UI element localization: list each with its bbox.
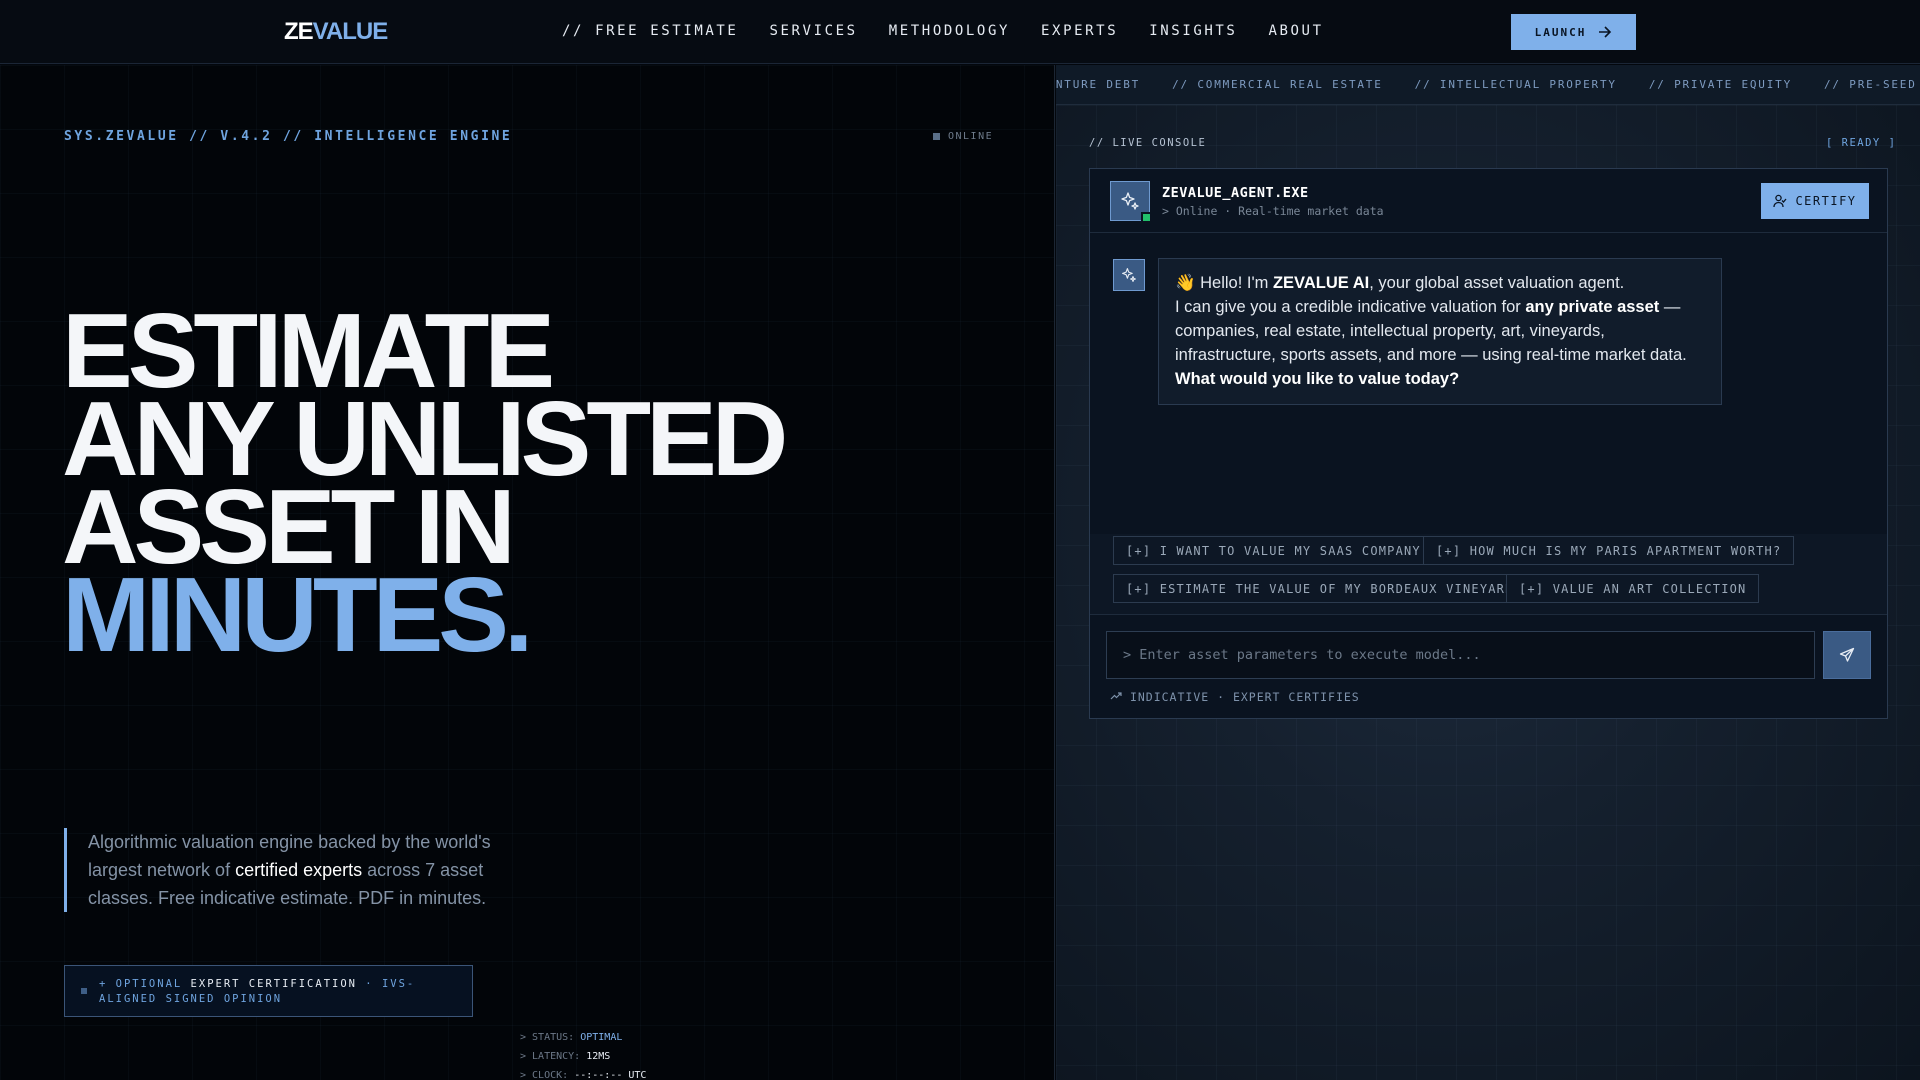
- nav-link-about[interactable]: ABOUT: [1268, 23, 1323, 39]
- suggestion-paris-apartment[interactable]: [+] HOW MUCH IS MY PARIS APARTMENT WORTH…: [1423, 536, 1795, 565]
- ticker-item: // INTELLECTUAL PROPERTY: [1414, 78, 1617, 91]
- optional-highlight: EXPERT CERTIFICATION: [190, 978, 357, 990]
- sparkle-icon: [1122, 268, 1136, 282]
- trend-up-icon: [1110, 692, 1122, 700]
- latency-label: > LATENCY:: [520, 1051, 587, 1062]
- launch-label: LAUNCH: [1534, 25, 1587, 39]
- latency-row: > LATENCY: 12MS: [520, 1047, 646, 1066]
- online-label: ONLINE: [948, 131, 994, 142]
- hero-panel: SYS.ZEVALUE // V.4.2 // INTELLIGENCE ENG…: [0, 65, 1055, 1080]
- certify-button[interactable]: CERTIFY: [1761, 183, 1869, 219]
- suggestion-saas[interactable]: [+] I WANT TO VALUE MY SAAS COMPANY: [1113, 536, 1434, 565]
- latency-value: 12MS: [586, 1051, 611, 1062]
- console-panel: VENTURE DEBT // COMMERCIAL REAL ESTATE /…: [1056, 65, 1920, 1080]
- greeting-post: , your global asset valuation agent.: [1369, 274, 1625, 292]
- logo[interactable]: ZEVALUE: [284, 18, 389, 46]
- ticker-track: VENTURE DEBT // COMMERCIAL REAL ESTATE /…: [1056, 78, 1920, 91]
- message-question: What would you like to value today?: [1175, 367, 1705, 391]
- optional-prefix: + OPTIONAL: [99, 978, 191, 990]
- launch-button[interactable]: LAUNCH: [1511, 14, 1636, 50]
- logo-value: VALUE: [312, 18, 389, 45]
- clock-row: > CLOCK: --:--:-- UTC: [520, 1066, 646, 1080]
- asset-parameters-input[interactable]: > Enter asset parameters to execute mode…: [1106, 631, 1815, 679]
- hero-line-4: MINUTES.: [62, 556, 533, 674]
- question-bold: What would you like to value today?: [1175, 370, 1460, 388]
- nav-links: // FREE ESTIMATE SERVICES METHODOLOGY EX…: [562, 23, 1355, 39]
- suggestion-art-collection[interactable]: [+] VALUE AN ART COLLECTION: [1506, 574, 1760, 603]
- user-check-icon: [1773, 194, 1787, 208]
- asset-class-ticker: VENTURE DEBT // COMMERCIAL REAL ESTATE /…: [1056, 65, 1920, 105]
- certified-experts-highlight: certified experts: [235, 860, 363, 880]
- nav-link-experts[interactable]: EXPERTS: [1041, 23, 1118, 39]
- online-status-dot: [1141, 212, 1152, 223]
- live-console-label: // LIVE CONSOLE: [1089, 137, 1207, 149]
- suggestion-bordeaux-vineyard[interactable]: [+] ESTIMATE THE VALUE OF MY BORDEAUX VI…: [1113, 574, 1527, 603]
- hero-headline: ESTIMATE ANY UNLISTED ASSET IN MINUTES.: [62, 298, 788, 674]
- sparkle-icon: [1121, 192, 1139, 210]
- chat-input-area: > Enter asset parameters to execute mode…: [1090, 614, 1887, 718]
- top-navigation: ZEVALUE // FREE ESTIMATE SERVICES METHOD…: [0, 0, 1920, 64]
- body-bold: any private asset: [1525, 298, 1660, 316]
- status-row: > STATUS: OPTIMAL: [520, 1028, 646, 1047]
- greeting-bold: ZEVALUE AI: [1272, 274, 1370, 292]
- send-button[interactable]: [1823, 631, 1871, 679]
- nav-link-insights[interactable]: INSIGHTS: [1149, 23, 1237, 39]
- ticker-item: // PRIVATE EQUITY: [1648, 78, 1792, 91]
- ticker-item: VENTURE DEBT: [1056, 78, 1141, 91]
- system-status: > STATUS: OPTIMAL > LATENCY: 12MS > CLOC…: [520, 1028, 646, 1080]
- system-label: SYS.ZEVALUE // V.4.2 // INTELLIGENCE ENG…: [64, 129, 513, 144]
- ready-label: [ READY ]: [1826, 137, 1897, 149]
- agent-message: 👋 Hello! I'm ZEVALUE AI, your global ass…: [1158, 258, 1722, 405]
- message-avatar: [1113, 259, 1145, 291]
- chat-window: ZEVALUE_AGENT.EXE > Online · Real-time m…: [1089, 168, 1888, 719]
- arrow-right-icon: [1599, 26, 1612, 38]
- message-greeting: 👋 Hello! I'm ZEVALUE AI, your global ass…: [1175, 271, 1705, 295]
- clock-value: --:--:-- UTC: [574, 1070, 647, 1080]
- clock-label: > CLOCK:: [520, 1070, 575, 1080]
- nav-link-services[interactable]: SERVICES: [769, 23, 857, 39]
- send-icon: [1839, 647, 1855, 662]
- ticker-item: // COMMERCIAL REAL ESTATE: [1172, 78, 1383, 91]
- chat-header: ZEVALUE_AGENT.EXE > Online · Real-time m…: [1090, 169, 1887, 233]
- message-body: I can give you a credible indicative val…: [1175, 295, 1705, 367]
- hero-description: Algorithmic valuation engine backed by t…: [64, 828, 494, 912]
- input-hint: INDICATIVE · EXPERT CERTIFIES: [1110, 690, 1360, 704]
- ticker-item: // PRE-SEED SAAS: [1824, 78, 1920, 91]
- greeting-pre: 👋 Hello! I'm: [1175, 274, 1273, 292]
- body-pre: I can give you a credible indicative val…: [1175, 298, 1526, 316]
- bullet-icon: [81, 988, 87, 994]
- nav-link-free-estimate[interactable]: // FREE ESTIMATE: [562, 23, 738, 39]
- agent-status: > Online · Real-time market data: [1162, 204, 1384, 218]
- agent-name: ZEVALUE_AGENT.EXE: [1162, 185, 1309, 201]
- optional-certification-badge: + OPTIONAL EXPERT CERTIFICATION · IVS-AL…: [64, 965, 473, 1017]
- logo-ze: ZE: [284, 18, 314, 45]
- certify-label: CERTIFY: [1795, 194, 1857, 208]
- hint-label: INDICATIVE · EXPERT CERTIFIES: [1129, 690, 1360, 704]
- online-indicator: ONLINE: [933, 131, 993, 142]
- agent-avatar: [1110, 181, 1152, 223]
- status-label: > STATUS:: [520, 1032, 581, 1043]
- status-value: OPTIMAL: [580, 1032, 623, 1043]
- nav-link-methodology[interactable]: METHODOLOGY: [889, 23, 1010, 39]
- status-square-icon: [933, 133, 940, 140]
